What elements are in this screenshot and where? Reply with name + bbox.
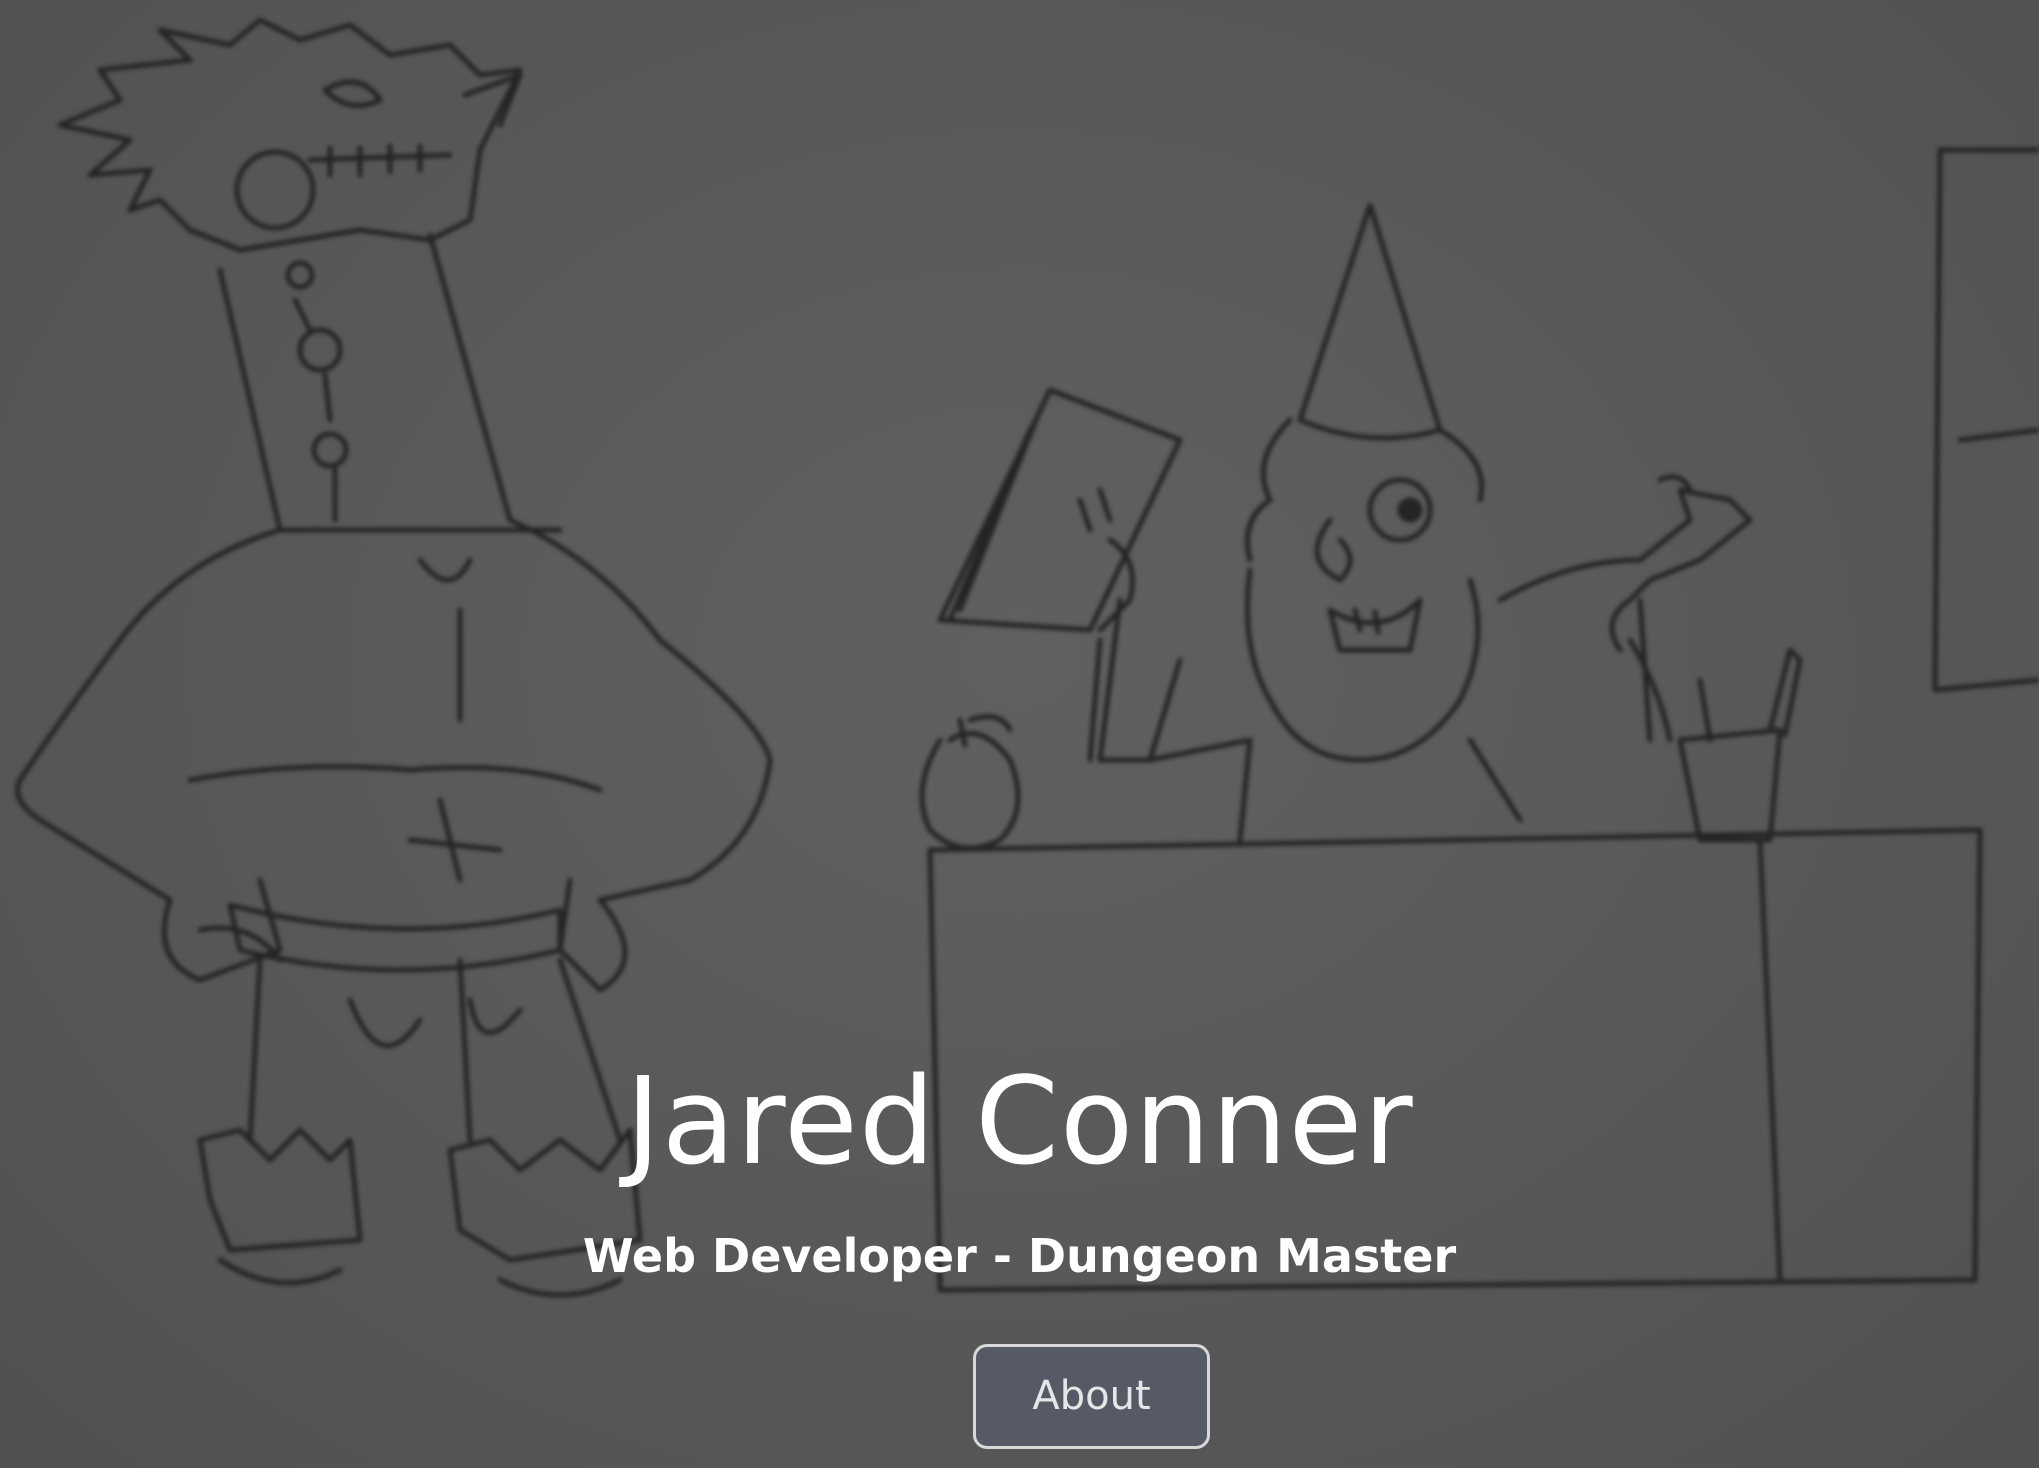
about-button[interactable]: About	[973, 1344, 1210, 1449]
hero-tagline: Web Developer - Dungeon Master	[582, 1229, 1457, 1283]
hero-content: Jared Conner Web Developer - Dungeon Mas…	[0, 0, 2039, 1468]
hero-section: Jared Conner Web Developer - Dungeon Mas…	[0, 0, 2039, 1468]
hero-name-title: Jared Conner	[625, 1053, 1414, 1192]
